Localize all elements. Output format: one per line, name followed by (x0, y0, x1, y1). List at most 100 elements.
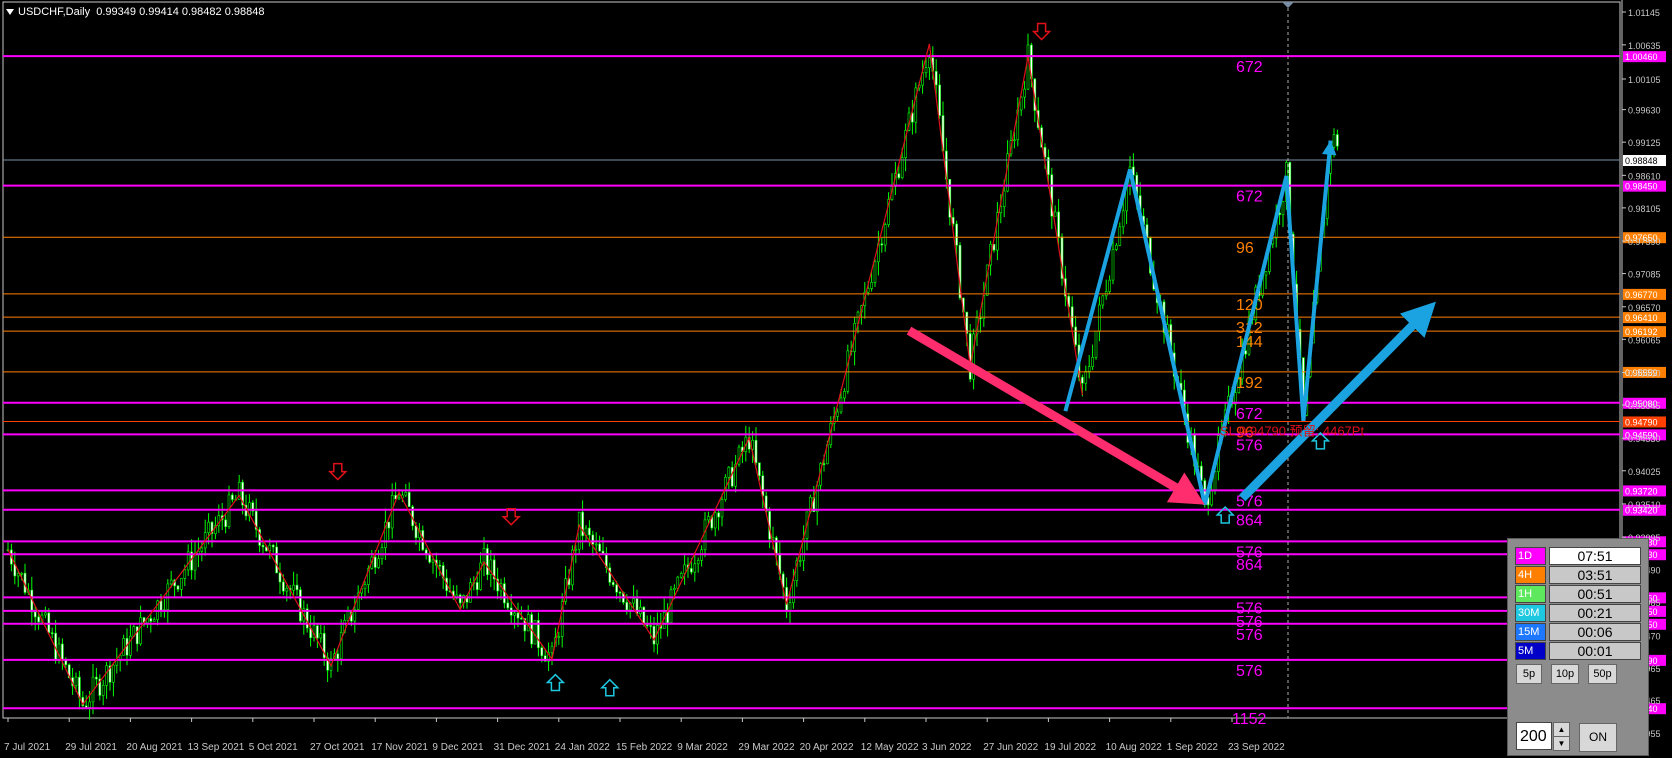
candle-body (176, 585, 180, 590)
candle-body (520, 617, 523, 620)
candle-body (278, 572, 282, 583)
level-count-label: 672 (1236, 189, 1263, 206)
candle-body (1026, 44, 1030, 90)
x-tick-label: 7 Jul 2021 (4, 742, 51, 753)
level-count-label: 144 (1236, 334, 1263, 351)
level-count-label: 672 (1236, 59, 1263, 76)
candle-body (717, 512, 720, 518)
timeframe-label: 15M (1515, 623, 1546, 641)
candle-body (696, 560, 700, 565)
timeframe-label: 1H (1515, 585, 1546, 603)
candle-body (78, 676, 81, 698)
candle-body (404, 492, 408, 496)
candle-body (727, 466, 731, 478)
candle-body (159, 600, 163, 612)
bearish-arrow (906, 326, 1182, 494)
candle-body (792, 580, 795, 604)
chart-header: USDCHF,Daily 0.99349 0.99414 0.98482 0.9… (6, 6, 264, 18)
candle-body (1108, 279, 1111, 292)
level-count-label: 1152 (1232, 711, 1267, 728)
candle-body (1111, 249, 1115, 281)
candle-body (591, 534, 595, 545)
chart-menu-icon[interactable] (6, 9, 14, 16)
candle-body (377, 558, 380, 568)
candle-body (618, 591, 622, 594)
btn-10p[interactable]: 10p (1551, 664, 1579, 684)
timer-value: 03:51 (1549, 566, 1641, 584)
candle-body (1098, 304, 1101, 332)
candle-body (407, 492, 411, 507)
candle-body (469, 582, 472, 603)
candle-body (1094, 330, 1098, 358)
y-tick-label: 0.96570 (1628, 303, 1661, 313)
btn-50p[interactable]: 50p (1588, 664, 1617, 684)
candle-body (713, 512, 717, 529)
timer-value: 07:51 (1549, 547, 1641, 565)
level-count-label: 120 (1236, 297, 1263, 314)
candle-body (475, 582, 479, 590)
candle-body (870, 282, 873, 289)
x-tick-label: 10 Aug 2022 (1106, 742, 1163, 753)
y-tick-label: 0.97590 (1628, 237, 1661, 247)
candle-body (1087, 366, 1091, 372)
price-chart[interactable]: 6721.004606720.98450960.976501200.967703… (0, 0, 1672, 758)
x-tick-label: 20 Aug 2021 (126, 742, 183, 753)
candle-body (652, 626, 656, 645)
candle-body (299, 589, 302, 622)
candle-body (207, 521, 210, 533)
candle-body (1091, 357, 1094, 368)
level-count-label: 576 (1236, 663, 1263, 680)
candle-body (574, 548, 578, 551)
candle-body (1121, 210, 1125, 228)
candle-body (438, 564, 442, 567)
candle-body (611, 582, 615, 586)
y-tick-label: 1.00635 (1628, 41, 1661, 51)
candle-body (758, 462, 761, 477)
x-tick-label: 20 Apr 2022 (800, 742, 854, 753)
candle-body (115, 659, 119, 666)
candle-body (513, 612, 516, 616)
candle-body (1053, 211, 1057, 217)
spin-down-icon[interactable]: ▼ (1553, 736, 1570, 751)
candle-body (1336, 134, 1339, 147)
candle-body (363, 584, 367, 590)
candle-body (105, 665, 108, 686)
candle-body (703, 519, 707, 551)
y-tick-label: 1.00105 (1628, 75, 1661, 85)
candle-body (380, 547, 384, 560)
candle-body (95, 676, 98, 680)
candle-body (428, 554, 431, 563)
candle-body (649, 625, 652, 627)
on-button[interactable]: ON (1579, 723, 1617, 752)
candle-body (955, 223, 958, 246)
candle-body (224, 519, 227, 528)
candle-body (540, 647, 544, 656)
x-tick-label: 15 Feb 2022 (616, 742, 673, 753)
y-tick-label: 0.98610 (1628, 171, 1661, 181)
level-count-label: 96 (1236, 240, 1254, 257)
candle-body (601, 550, 605, 554)
spin-up-icon[interactable]: ▲ (1553, 722, 1570, 737)
x-tick-label: 17 Nov 2021 (371, 742, 428, 753)
current-price-tag-text: 0.98848 (1625, 156, 1658, 166)
candle-body (598, 543, 601, 552)
fractal-down-arrow-icon (501, 507, 522, 526)
candle-body (1002, 190, 1006, 207)
candle-body (231, 494, 234, 500)
y-tick-label: 0.97085 (1628, 270, 1661, 280)
candle-body (1210, 490, 1213, 506)
x-tick-label: 3 Jun 2022 (922, 742, 972, 753)
btn-5p[interactable]: 5p (1516, 664, 1542, 684)
candle-body (282, 581, 285, 592)
candle-body (516, 612, 520, 619)
timer-value: 00:01 (1549, 642, 1641, 660)
candle-body (788, 602, 792, 611)
candle-body (1013, 139, 1016, 142)
ohlc-values: 0.99349 0.99414 0.98482 0.98848 (96, 6, 265, 18)
y-tick-label: 0.99125 (1628, 138, 1661, 148)
bars-count-input[interactable]: 200 (1516, 722, 1552, 750)
candle-body (139, 617, 142, 645)
candle-body (1084, 371, 1088, 384)
candle-body (526, 614, 530, 632)
y-tick-label: 0.94530 (1628, 434, 1661, 444)
